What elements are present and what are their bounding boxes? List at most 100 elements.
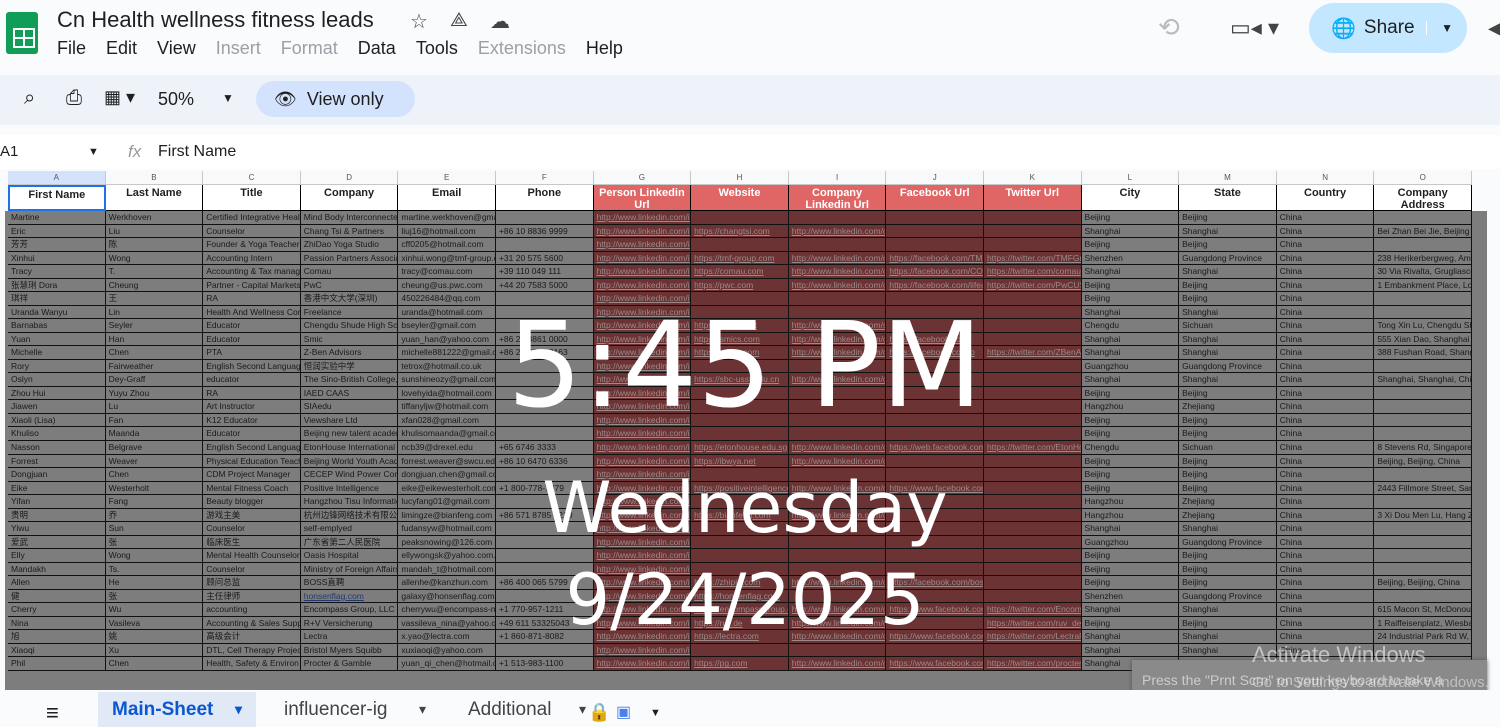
table-cell[interactable]: Beijing, Beijing, China: [1374, 576, 1472, 590]
table-cell[interactable]: [983, 224, 1082, 239]
table-cell[interactable]: 8 Stevens Rd, Singapore: [1374, 441, 1472, 455]
table-cell[interactable]: [886, 211, 984, 225]
menu-tools[interactable]: Tools: [416, 38, 458, 59]
table-cell[interactable]: China: [1276, 427, 1375, 441]
table-cell[interactable]: Xiaoli (Lisa): [8, 413, 106, 428]
table-cell[interactable]: [983, 643, 1082, 658]
table-cell[interactable]: China: [1276, 576, 1375, 590]
table-cell[interactable]: Wong: [105, 549, 204, 563]
sheet-tab-dropdown-icon[interactable]: ▾: [235, 701, 242, 718]
table-cell[interactable]: China: [1276, 305, 1375, 320]
table-cell[interactable]: Vasileva: [105, 616, 204, 631]
column-header-G[interactable]: G: [593, 171, 692, 185]
table-cell[interactable]: Fang: [105, 495, 204, 509]
table-cell[interactable]: [495, 211, 594, 225]
table-cell[interactable]: [1374, 413, 1472, 428]
table-cell[interactable]: ncb39@drexel.edu: [398, 441, 496, 455]
table-cell[interactable]: 乔: [105, 508, 204, 523]
table-cell[interactable]: Michelle: [8, 346, 106, 360]
table-cell[interactable]: Xinhui: [8, 251, 106, 266]
table-cell[interactable]: http://www.linkedin.com/in: [593, 238, 692, 252]
table-cell[interactable]: Maanda: [105, 427, 204, 441]
table-cell[interactable]: http://www.linkedin.com/in: [593, 251, 692, 266]
column-header-E[interactable]: E: [398, 171, 496, 185]
table-cell[interactable]: https://twitter.com/EtonHo: [983, 441, 1082, 455]
table-cell[interactable]: Wong: [105, 251, 204, 266]
table-cell[interactable]: 1 Raiffeisenplatz, Wiesba: [1374, 616, 1472, 631]
table-cell[interactable]: Dongjuan: [8, 468, 106, 482]
table-cell[interactable]: http://www.linkedin.com/in: [593, 441, 692, 455]
table-cell[interactable]: Liu: [105, 224, 204, 239]
table-cell[interactable]: China: [1276, 359, 1375, 374]
table-cell[interactable]: Yuyu Zhou: [105, 386, 204, 401]
column-header-H[interactable]: H: [691, 171, 789, 185]
table-cell[interactable]: Cheung: [105, 278, 204, 293]
table-cell[interactable]: http://www.linkedin.com/in: [593, 265, 692, 279]
table-cell[interactable]: [495, 238, 594, 252]
table-cell[interactable]: [1374, 549, 1472, 563]
table-cell[interactable]: [886, 238, 984, 252]
table-cell[interactable]: China: [1276, 319, 1375, 333]
table-cell[interactable]: Han: [105, 332, 204, 347]
header-cell[interactable]: Company: [300, 185, 399, 211]
table-cell[interactable]: https://twitter.com/procter: [983, 657, 1082, 671]
table-cell[interactable]: China: [1276, 278, 1375, 293]
table-cell[interactable]: Elly: [8, 549, 106, 563]
table-cell[interactable]: Tracy: [8, 265, 106, 279]
table-cell[interactable]: Eike: [8, 481, 106, 496]
table-cell[interactable]: China: [1276, 292, 1375, 306]
table-cell[interactable]: +86 10 8836 9999: [495, 224, 594, 239]
table-cell[interactable]: +1 513-983-1100: [495, 657, 594, 671]
column-header-D[interactable]: D: [300, 171, 399, 185]
table-cell[interactable]: [788, 211, 887, 225]
column-header-C[interactable]: C: [203, 171, 301, 185]
menu-insert[interactable]: Insert: [216, 38, 261, 59]
table-cell[interactable]: China: [1276, 265, 1375, 279]
table-cell[interactable]: +65 6746 3333: [495, 441, 594, 455]
table-cell[interactable]: [1374, 522, 1472, 536]
formula-input[interactable]: First Name: [158, 143, 236, 161]
column-header-L[interactable]: L: [1081, 171, 1180, 185]
sheets-logo[interactable]: [6, 12, 38, 54]
table-cell[interactable]: [1374, 238, 1472, 252]
table-cell[interactable]: [1374, 400, 1472, 414]
table-cell[interactable]: China: [1276, 238, 1375, 252]
table-cell[interactable]: 2443 Fillmore Street, Sar: [1374, 481, 1472, 496]
table-cell[interactable]: Weaver: [105, 454, 204, 469]
table-cell[interactable]: http://www.linkedin.com/in: [593, 643, 692, 658]
table-cell[interactable]: 1 Embankment Place, Lo: [1374, 278, 1472, 293]
table-cell[interactable]: EtonHouse International: [300, 441, 399, 455]
table-cell[interactable]: http://www.linkedin.com/in: [593, 211, 692, 225]
table-cell[interactable]: http://www.linkedin.com/c: [788, 251, 887, 266]
menu-view[interactable]: View: [157, 38, 196, 59]
table-cell[interactable]: Fan: [105, 413, 204, 428]
table-cell[interactable]: Beijing: [1081, 454, 1180, 469]
table-cell[interactable]: Physical Education Teach: [203, 454, 301, 469]
header-cell[interactable]: City: [1081, 185, 1180, 211]
table-cell[interactable]: forrest.weaver@swcu.edu: [398, 454, 496, 469]
table-cell[interactable]: Tong Xin Lu, Chengdu Sh: [1374, 319, 1472, 333]
table-cell[interactable]: Beijing: [1179, 211, 1277, 225]
table-cell[interactable]: xinhui.wong@tmf-group.c: [398, 251, 496, 266]
header-cell[interactable]: Phone: [496, 185, 594, 211]
table-cell[interactable]: Guangdong Province: [1179, 251, 1277, 266]
table-cell[interactable]: 388 Fushan Road, Shang: [1374, 346, 1472, 360]
table-cell[interactable]: Mind Body Interconnecte: [300, 211, 399, 225]
table-cell[interactable]: China: [1276, 562, 1375, 577]
table-cell[interactable]: 姚: [105, 630, 204, 644]
table-cell[interactable]: [983, 454, 1082, 469]
table-cell[interactable]: https://tmf-group.com: [691, 251, 789, 266]
header-cell[interactable]: First Name: [8, 185, 106, 211]
table-cell[interactable]: Beijing, Beijing, China: [1374, 454, 1472, 469]
table-cell[interactable]: Wu: [105, 603, 204, 617]
zoom-dropdown-icon[interactable]: ▼: [222, 91, 234, 105]
table-cell[interactable]: China: [1276, 400, 1375, 414]
table-cell[interactable]: http://www.linkedin.com/in: [593, 224, 692, 239]
table-cell[interactable]: [1374, 468, 1472, 482]
table-cell[interactable]: 张: [105, 589, 204, 604]
table-cell[interactable]: Beijing: [1081, 211, 1180, 225]
table-cell[interactable]: Rory: [8, 359, 106, 374]
menu-format[interactable]: Format: [281, 38, 338, 59]
table-cell[interactable]: DTL, Cell Therapy Projec: [203, 643, 301, 658]
table-cell[interactable]: Khuliso: [8, 427, 106, 441]
